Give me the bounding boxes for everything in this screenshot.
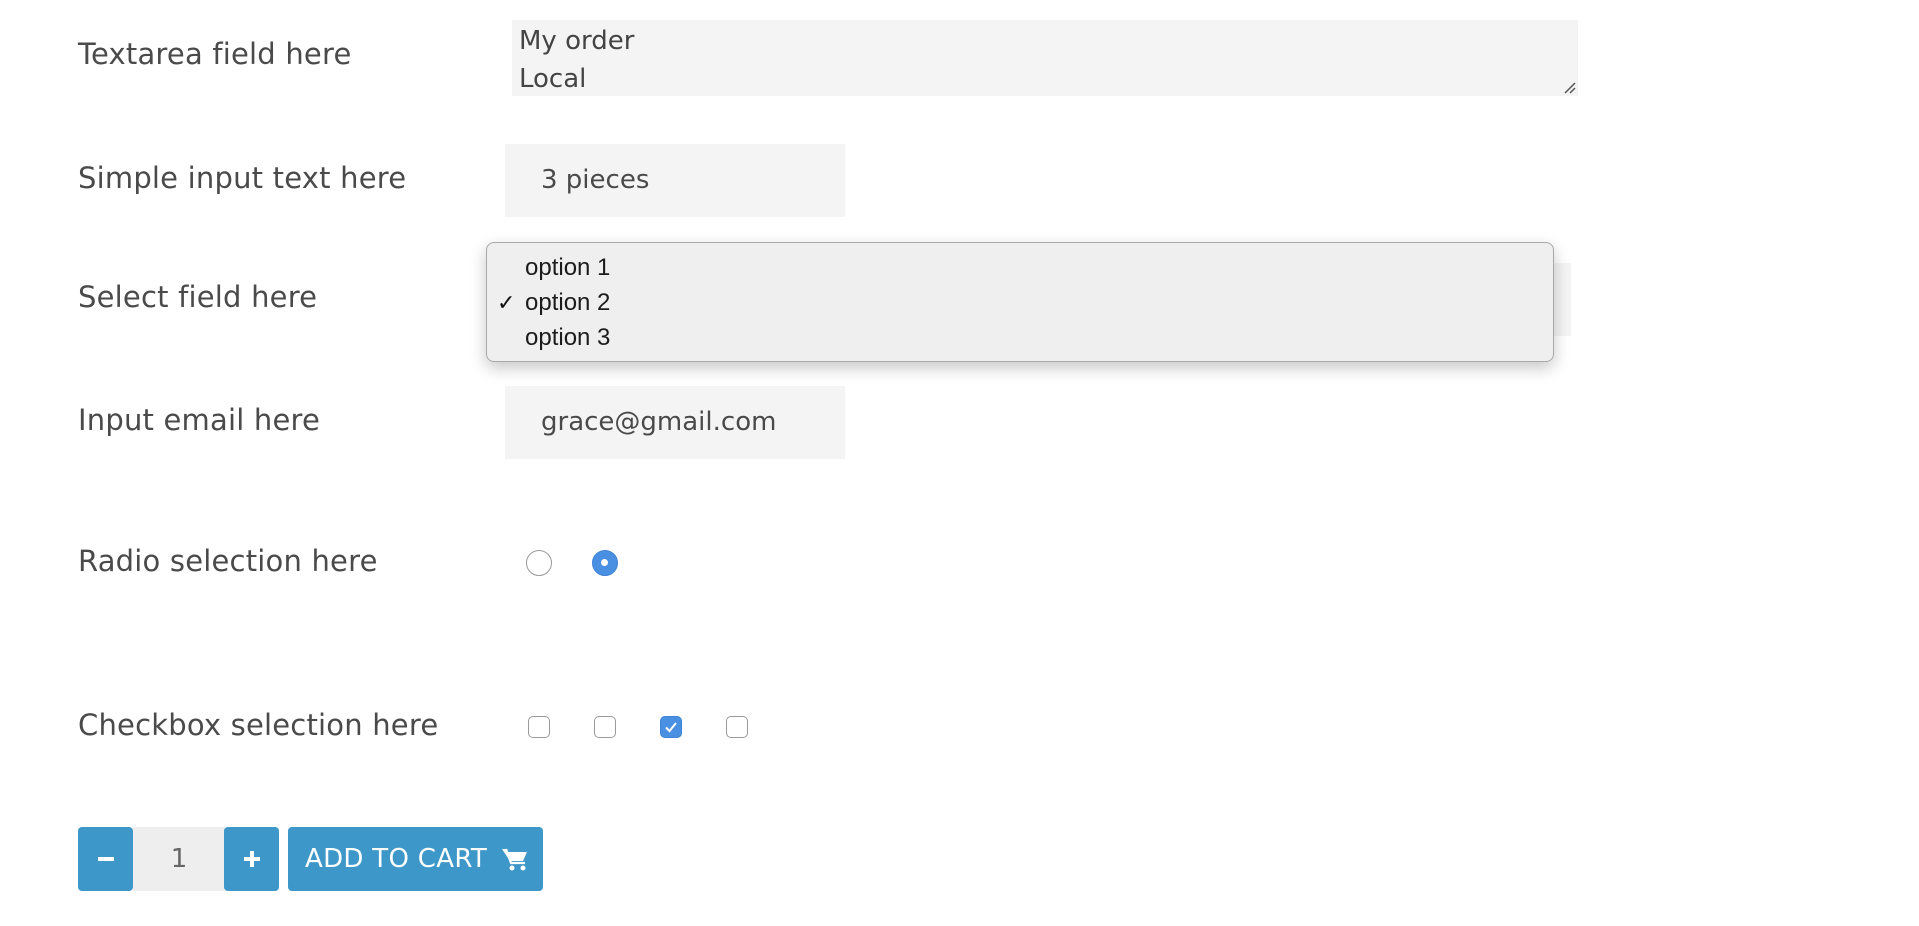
decrease-quantity-button[interactable] — [78, 827, 133, 891]
radio-label: Radio selection here — [78, 544, 378, 578]
product-options-form: Textarea field here My order Local Simpl… — [0, 0, 1919, 926]
plus-icon — [243, 851, 260, 867]
checkbox-label: Checkbox selection here — [78, 708, 439, 742]
text-input-label: Simple input text here — [78, 161, 407, 195]
option-label: option 2 — [525, 289, 611, 316]
radio-option-1[interactable] — [526, 550, 552, 576]
email-label: Input email here — [78, 403, 321, 437]
radio-option-2[interactable] — [592, 550, 618, 576]
textarea-line-1: My order — [519, 26, 635, 56]
cart-icon — [501, 846, 529, 872]
option-label: option 1 — [525, 254, 611, 281]
option-label: option 3 — [525, 324, 611, 351]
checkbox-option-1[interactable] — [528, 716, 550, 738]
checkmark-icon — [665, 722, 677, 733]
resize-handle-icon[interactable] — [1562, 80, 1576, 94]
checkbox-option-2[interactable] — [594, 716, 616, 738]
select-label: Select field here — [78, 280, 318, 314]
select-dropdown-menu: option 1 ✓ option 2 option 3 — [486, 242, 1554, 362]
add-to-cart-button[interactable]: ADD TO CART — [288, 827, 543, 891]
select-option-3[interactable]: option 3 — [487, 320, 1553, 355]
textarea-line-2: Local — [519, 64, 587, 94]
email-input[interactable]: grace@gmail.com — [505, 386, 845, 459]
checkbox-option-3[interactable] — [660, 716, 682, 738]
increase-quantity-button[interactable] — [224, 827, 279, 891]
checkmark-icon: ✓ — [497, 290, 516, 315]
quantity-text-input[interactable]: 3 pieces — [505, 144, 845, 217]
select-option-2[interactable]: ✓ option 2 — [487, 285, 1553, 320]
add-to-cart-label: ADD TO CART — [305, 844, 487, 874]
select-option-1[interactable]: option 1 — [487, 250, 1553, 285]
textarea-label: Textarea field here — [78, 37, 352, 71]
minus-icon — [97, 857, 114, 861]
checkbox-option-4[interactable] — [726, 716, 748, 738]
quantity-input[interactable]: 1 — [133, 827, 225, 891]
textarea-field[interactable]: My order Local — [512, 20, 1578, 96]
